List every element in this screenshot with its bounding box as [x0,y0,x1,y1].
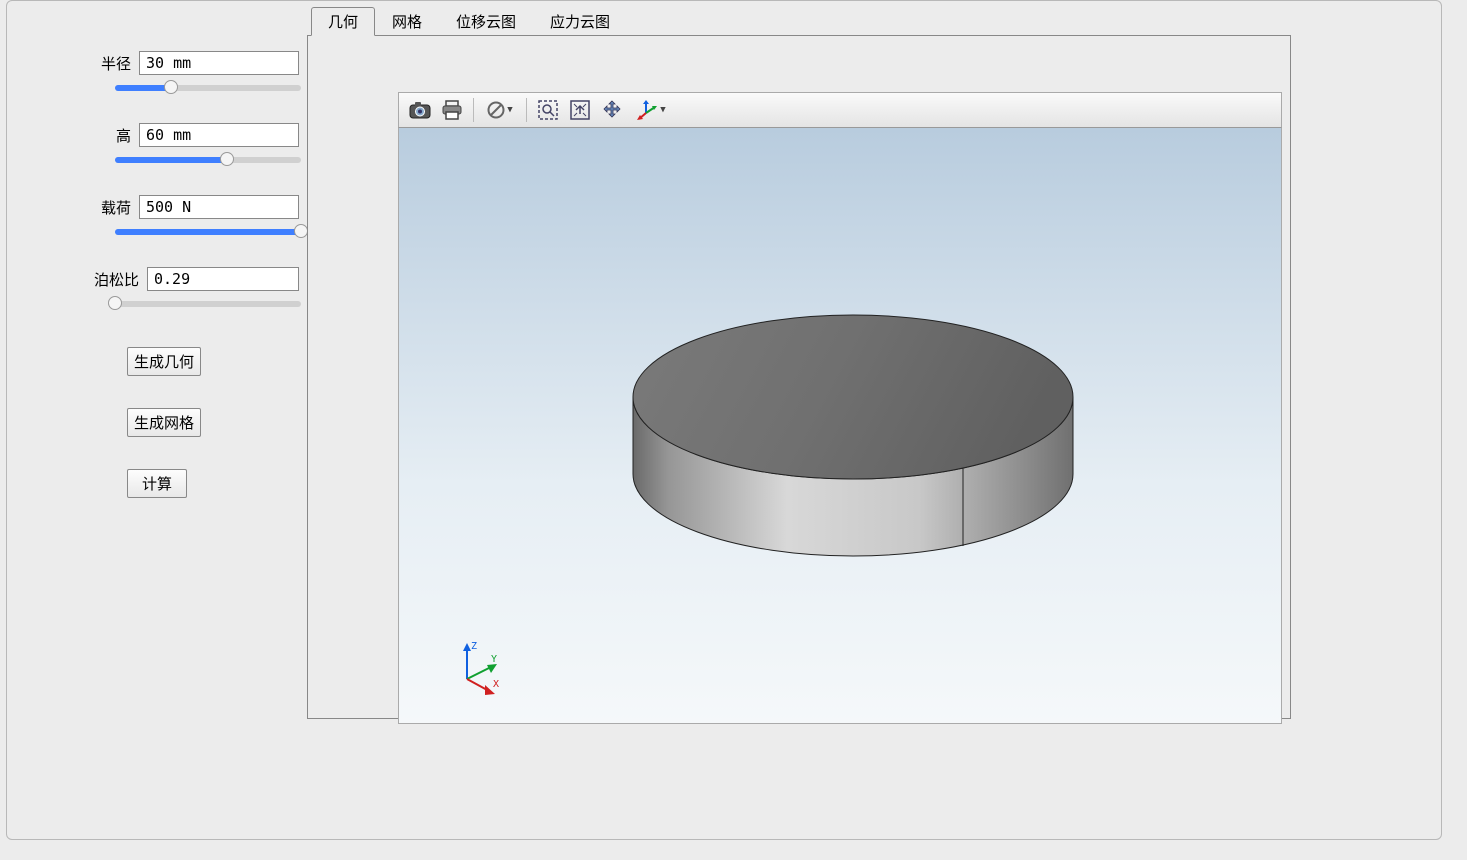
param-row-load: 载荷 [15,195,299,219]
print-icon[interactable] [437,96,467,124]
load-input[interactable] [139,195,299,219]
param-row-poisson: 泊松比 [15,267,299,291]
zoom-box-icon[interactable] [533,96,563,124]
axes-dropdown-icon[interactable]: ▼ [629,96,673,124]
gizmo-y-label: Y [491,654,497,665]
param-row-height: 高 [15,123,299,147]
tab-bar: 几何 网格 位移云图 应力云图 [307,7,1437,36]
tab-stress[interactable]: 应力云图 [533,7,627,36]
height-slider-thumb[interactable] [220,152,234,166]
poisson-input[interactable] [147,267,299,291]
poisson-label: 泊松比 [94,269,139,290]
geometry-cylinder [399,128,1282,724]
tab-displacement[interactable]: 位移云图 [439,7,533,36]
tab-geometry[interactable]: 几何 [311,7,375,36]
sidebar: 半径 高 载荷 [7,1,307,530]
load-slider[interactable] [115,229,301,235]
viewport-toolbar: ▼ [398,92,1282,128]
gizmo-z-label: Z [471,641,477,652]
compute-button[interactable]: 计算 [127,469,187,498]
height-input[interactable] [139,123,299,147]
load-slider-thumb[interactable] [294,224,308,238]
poisson-slider-thumb[interactable] [108,296,122,310]
chevron-down-icon: ▼ [507,105,512,115]
generate-geometry-button[interactable]: 生成几何 [127,347,201,376]
load-label: 载荷 [101,197,131,218]
radius-input[interactable] [139,51,299,75]
radius-label: 半径 [101,53,131,74]
tab-mesh[interactable]: 网格 [375,7,439,36]
viewport-frame: ▼ [398,92,1282,724]
fit-view-icon[interactable] [565,96,595,124]
generate-mesh-button[interactable]: 生成网格 [127,408,201,437]
axes-gizmo: Z Y X [445,639,505,699]
camera-icon[interactable] [405,96,435,124]
filter-dropdown-icon[interactable]: ▼ [480,96,520,124]
viewport-3d[interactable]: Z Y X [398,128,1282,724]
poisson-slider[interactable] [115,301,301,307]
tab-content: ▼ [307,35,1291,719]
gizmo-x-label: X [493,679,499,690]
height-slider[interactable] [115,157,301,163]
radius-slider[interactable] [115,85,301,91]
radius-slider-thumb[interactable] [164,80,178,94]
app-window: 半径 高 载荷 [6,0,1442,840]
pan-icon[interactable] [597,96,627,124]
param-row-radius: 半径 [15,51,299,75]
height-label: 高 [116,125,131,146]
chevron-down-icon: ▼ [660,105,665,115]
tab-area: 几何 网格 位移云图 应力云图 ▼ [307,7,1437,719]
